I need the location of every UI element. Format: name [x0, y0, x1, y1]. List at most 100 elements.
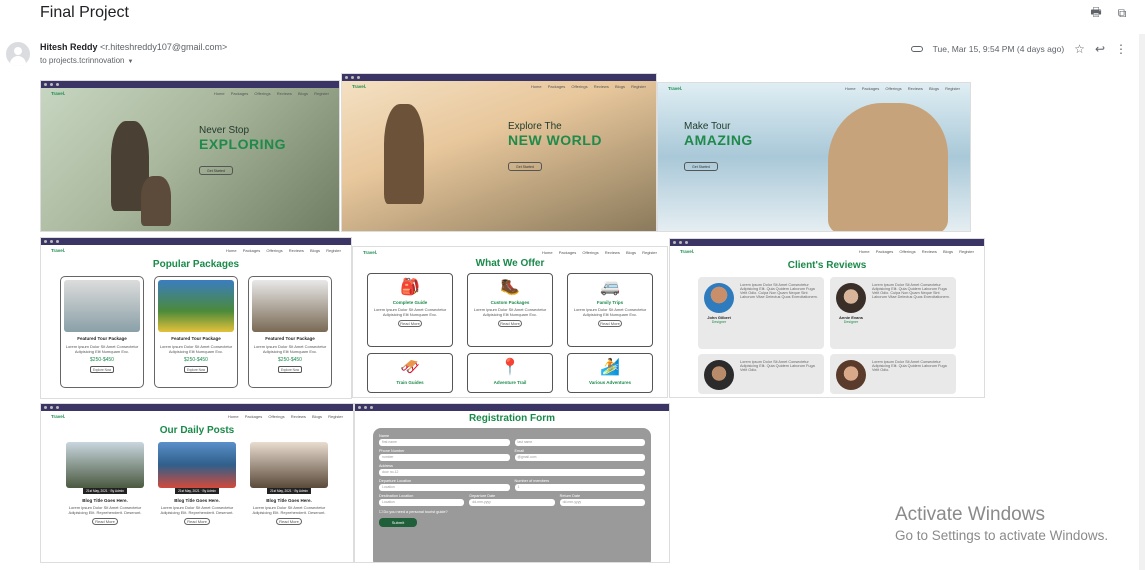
nav-packages[interactable]: Packages: [245, 414, 263, 419]
review-card: Lorem ipsum Dolor Sit Amet Consectetur A…: [830, 354, 956, 394]
nav-blogs[interactable]: Blogs: [310, 248, 320, 253]
email-field[interactable]: @gmail.com: [514, 454, 645, 461]
nav-blogs[interactable]: Blogs: [943, 249, 953, 254]
read-more-button[interactable]: Read More: [598, 320, 622, 327]
get-started-button[interactable]: Get Started: [199, 166, 233, 175]
hero-title: AMAZING: [684, 132, 753, 148]
registration-form: Name first name last name Phone Number nu…: [373, 428, 651, 562]
phone-label: Phone Number: [379, 449, 405, 453]
browser-chrome: [355, 404, 669, 411]
address-field[interactable]: door no-12: [379, 469, 645, 476]
chevron-down-icon[interactable]: ▼: [128, 59, 134, 65]
nav-reviews[interactable]: Reviews: [289, 248, 304, 253]
site-logo: Travel.: [680, 248, 695, 254]
review-text: Lorem ipsum Dolor Sit Amet Consectetur A…: [740, 283, 818, 299]
package-image: [158, 280, 234, 332]
package-card: Featured Tour Package Lorem ipsum Dolor …: [60, 276, 144, 388]
hiker-image: [828, 103, 948, 231]
explore-now-button[interactable]: Explore Now: [184, 366, 208, 373]
nav-home[interactable]: Home: [226, 248, 237, 253]
nav-packages[interactable]: Packages: [243, 248, 261, 253]
nav-register[interactable]: Register: [959, 249, 974, 254]
nav-blogs[interactable]: Blogs: [312, 414, 322, 419]
nav-packages[interactable]: Packages: [876, 249, 894, 254]
last-name-field[interactable]: last name: [514, 439, 645, 446]
explore-now-button[interactable]: Explore Now: [90, 366, 114, 373]
nav-register[interactable]: Register: [314, 91, 329, 96]
sender: Hitesh Reddy <r.hiteshreddy107@gmail.com…: [40, 42, 227, 52]
first-name-field[interactable]: first name: [379, 439, 510, 446]
return-date-field[interactable]: dd-mm-yyyy: [559, 499, 645, 506]
surf-icon: 🏄: [600, 359, 620, 376]
read-more-button[interactable]: Read More: [398, 320, 422, 327]
nav-packages[interactable]: Packages: [559, 250, 577, 255]
nav-register[interactable]: Register: [328, 414, 343, 419]
nav-offerings[interactable]: Offerings: [899, 249, 915, 254]
offer-cards-row-1: 🎒 Complete Guide Lorem ipsum Dolor Sit A…: [353, 273, 667, 347]
nav-blogs[interactable]: Blogs: [615, 84, 625, 89]
nav-offerings[interactable]: Offerings: [571, 84, 587, 89]
post-desc: Lorem ipsum Dolor Sit Amet Consectetur A…: [160, 505, 234, 515]
more-vert-icon[interactable]: ⋮: [1115, 42, 1127, 56]
nav-reviews[interactable]: Reviews: [594, 84, 609, 89]
package-price: $250-$450: [278, 357, 302, 363]
nav-offerings[interactable]: Offerings: [885, 86, 901, 91]
nav-home[interactable]: Home: [542, 250, 553, 255]
phone-field[interactable]: number: [379, 454, 510, 461]
nav-offerings[interactable]: Offerings: [266, 248, 282, 253]
nav-reviews[interactable]: Reviews: [291, 414, 306, 419]
nav-blogs[interactable]: Blogs: [298, 91, 308, 96]
nav-reviews[interactable]: Reviews: [277, 91, 292, 96]
site-nav: Travel. Home Packages Offerings Reviews …: [41, 411, 353, 421]
get-started-button[interactable]: Get Started: [684, 162, 718, 171]
nav-register[interactable]: Register: [326, 248, 341, 253]
email-label: Email: [514, 449, 525, 453]
nav-home[interactable]: Home: [531, 84, 542, 89]
nav-reviews[interactable]: Reviews: [908, 86, 923, 91]
reply-icon[interactable]: ↩: [1095, 42, 1105, 56]
nav-register[interactable]: Register: [945, 86, 960, 91]
post-date: 21st May, 2021: [86, 489, 108, 493]
nav-home[interactable]: Home: [859, 249, 870, 254]
nav-packages[interactable]: Packages: [548, 84, 566, 89]
read-more-button[interactable]: Read More: [498, 320, 522, 327]
map-pin-icon: 📍: [500, 359, 520, 376]
nav-offerings[interactable]: Offerings: [254, 91, 270, 96]
nav-register[interactable]: Register: [631, 84, 646, 89]
submit-button[interactable]: Submit: [379, 518, 417, 527]
nav-reviews[interactable]: Reviews: [605, 250, 620, 255]
nav-home[interactable]: Home: [228, 414, 239, 419]
email-meta: Tue, Mar 15, 9:54 PM (4 days ago) ☆ ↩ ⋮: [910, 42, 1127, 56]
read-more-button[interactable]: Read More: [92, 518, 118, 525]
review-text: Lorem ipsum Dolor Sit Amet Consectetur A…: [740, 360, 815, 372]
nav-home[interactable]: Home: [845, 86, 856, 91]
members-label: Number of members: [514, 479, 550, 483]
nav-packages[interactable]: Packages: [862, 86, 880, 91]
star-icon[interactable]: ☆: [1074, 42, 1085, 56]
nav-reviews[interactable]: Reviews: [922, 249, 937, 254]
nav-register[interactable]: Register: [642, 250, 657, 255]
reviewer-role: Designer: [711, 320, 727, 324]
read-more-button[interactable]: Read More: [184, 518, 210, 525]
members-select[interactable]: 1: [514, 484, 645, 491]
get-started-button[interactable]: Get Started: [508, 162, 542, 171]
nav-blogs[interactable]: Blogs: [929, 86, 939, 91]
scrollbar[interactable]: [1139, 34, 1145, 570]
nav-offerings[interactable]: Offerings: [268, 414, 284, 419]
departure-field[interactable]: Location: [379, 484, 510, 491]
nav-packages[interactable]: Packages: [231, 91, 249, 96]
hero-subtitle: Never Stop: [199, 125, 250, 136]
package-title: Featured Tour Package: [265, 336, 315, 341]
explore-now-button[interactable]: Explore Now: [278, 366, 302, 373]
nav-offerings[interactable]: Offerings: [582, 250, 598, 255]
read-more-button[interactable]: Read More: [276, 518, 302, 525]
site-logo: Travel.: [352, 83, 367, 89]
nav-home[interactable]: Home: [214, 91, 225, 96]
site-nav: Travel. Home Packages Offerings Reviews …: [658, 83, 970, 93]
nav-blogs[interactable]: Blogs: [626, 250, 636, 255]
tour-guide-checkbox[interactable]: ☐ Do you need a personal tourist guide?: [379, 509, 645, 514]
print-icon[interactable]: 🖶: [1089, 5, 1103, 20]
departure-date-field[interactable]: dd-mm-yyyy: [469, 499, 555, 506]
destination-field[interactable]: Location: [379, 499, 465, 506]
open-in-new-icon[interactable]: ⧉: [1115, 6, 1129, 20]
